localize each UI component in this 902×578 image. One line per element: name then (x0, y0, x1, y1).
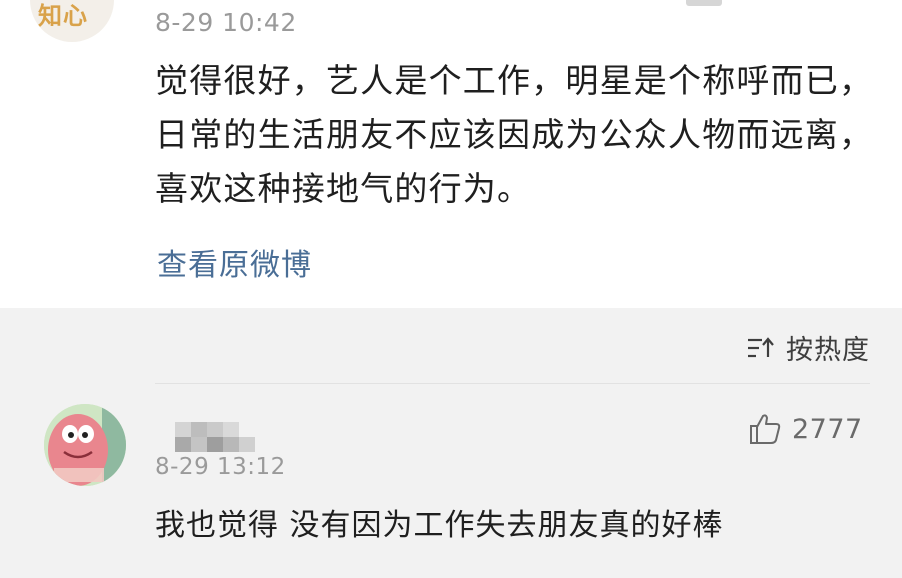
view-original-weibo-link[interactable]: 查看原微博 (157, 240, 312, 284)
post-body-text: 觉得很好，艺人是个工作，明星是个称呼而已，日常的生活朋友不应该因成为公众人物而远… (155, 61, 874, 208)
comment-timestamp: 8-29 13:12 (155, 454, 286, 480)
like-count: 2777 (792, 413, 863, 445)
commenter-username-blurred[interactable] (155, 422, 259, 452)
post-avatar[interactable]: 知心 (30, 0, 114, 42)
more-menu-icon[interactable] (686, 0, 722, 6)
weibo-comment-page: 知心 8-29 10:42 觉得很好，艺人是个工作，明星是个称呼而已，日常的生活… (0, 0, 902, 578)
commenter-avatar[interactable] (44, 404, 126, 486)
thumbs-up-icon (748, 412, 782, 446)
like-button[interactable]: 2777 (748, 412, 863, 446)
comment-body-text: 我也觉得 没有因为工作失去朋友真的好棒 (155, 508, 724, 543)
comments-section: 按热度 8-29 13:12 2777 我也觉得 没有因为工作失去朋友真的好棒 (0, 308, 902, 578)
original-post: 知心 8-29 10:42 觉得很好，艺人是个工作，明星是个称呼而已，日常的生活… (0, 0, 902, 308)
avatar-logo-text: 知心 (38, 1, 88, 30)
sort-by-hot-button[interactable]: 按热度 (746, 328, 870, 367)
sort-label: 按热度 (786, 335, 870, 366)
post-timestamp: 8-29 10:42 (155, 8, 297, 37)
sort-icon (746, 336, 776, 360)
divider (155, 383, 870, 384)
